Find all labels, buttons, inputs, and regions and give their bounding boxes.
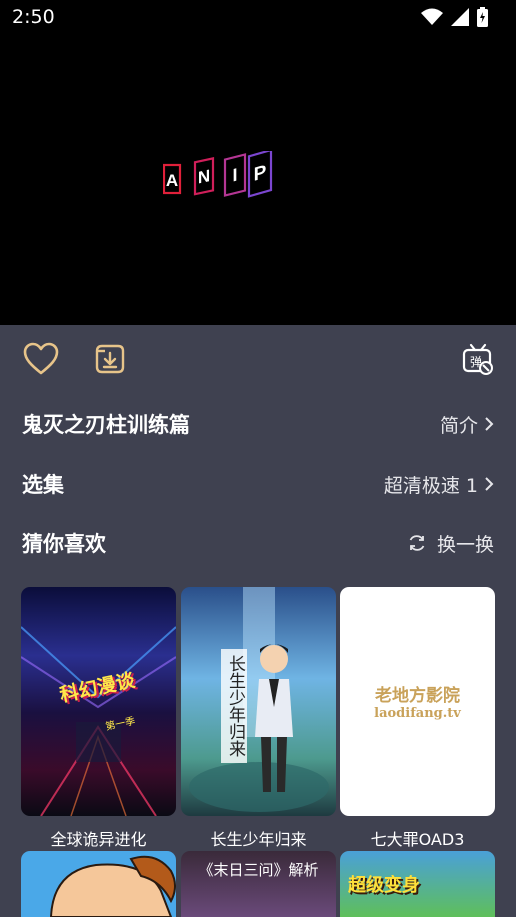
svg-text:A: A xyxy=(166,171,178,190)
favorite-button[interactable] xyxy=(21,339,61,379)
intro-link[interactable]: 简介 xyxy=(440,411,494,438)
poster-title: 超级变身 xyxy=(348,875,420,896)
recommend-row: 猜你喜欢 换一换 xyxy=(22,523,494,563)
recommend-card[interactable] xyxy=(21,851,176,917)
poster-subtitle: laodifang.tv xyxy=(374,706,461,721)
poster-art xyxy=(21,626,176,816)
poster-title: 老地方影院 xyxy=(375,686,460,706)
danmaku-button[interactable]: 弹 xyxy=(458,339,498,379)
poster-thumbnail: 科幻漫谈 第一季 xyxy=(21,587,176,816)
recommend-card[interactable]: 老地方影院 laodifang.tv 七大罪OAD3 xyxy=(340,587,495,850)
svg-text:N: N xyxy=(198,165,210,187)
quality-select[interactable]: 超清极速 1 xyxy=(384,471,494,498)
download-button[interactable] xyxy=(90,339,130,379)
heart-icon xyxy=(23,342,59,375)
poster-thumbnail: 长生少年归来 xyxy=(181,587,336,816)
poster-thumbnail: 超级变身 xyxy=(340,851,495,917)
episode-label: 选集 xyxy=(22,473,64,497)
episode-row[interactable]: 选集 超清极速 1 xyxy=(22,464,494,504)
status-time: 2:50 xyxy=(12,6,55,28)
video-player[interactable]: 2:50 A N I P xyxy=(0,0,516,325)
recommend-card[interactable]: 《末日三问》解析 xyxy=(181,851,336,917)
refresh-icon xyxy=(409,535,425,551)
poster-thumbnail: 《末日三问》解析 xyxy=(181,851,336,917)
recommend-card[interactable]: 长生少年归来 长生少年归来 xyxy=(181,587,336,850)
poster-thumbnail: 老地方影院 laodifang.tv xyxy=(340,587,495,816)
download-icon xyxy=(95,344,125,374)
poster-art xyxy=(49,855,176,917)
intro-label: 简介 xyxy=(439,414,478,437)
detail-panel: 弹 鬼灭之刃柱训练篇 简介 选集 超清极速 1 猜你喜欢 换一换 科幻漫谈 第一… xyxy=(0,325,516,917)
recommend-title: 长生少年归来 xyxy=(210,830,307,849)
danmaku-settings-icon: 弹 xyxy=(462,343,493,375)
recommend-card[interactable]: 科幻漫谈 第一季 全球诡异进化 xyxy=(21,587,176,850)
signal-icon xyxy=(451,8,469,26)
recommend-title: 全球诡异进化 xyxy=(50,830,147,849)
poster-title: 《末日三问》解析 xyxy=(198,861,319,879)
recommend-card[interactable]: 超级变身 xyxy=(340,851,495,917)
refresh-button[interactable]: 换一换 xyxy=(407,530,494,557)
anip-logo: A N I P xyxy=(163,151,273,198)
recommend-label: 猜你喜欢 xyxy=(22,532,106,556)
svg-text:I: I xyxy=(232,164,237,186)
wifi-icon xyxy=(421,8,443,25)
poster-title: 长生少年归来 xyxy=(221,649,247,763)
chevron-right-icon xyxy=(485,477,494,491)
title-row: 鬼灭之刃柱训练篇 简介 xyxy=(22,404,494,444)
refresh-label: 换一换 xyxy=(436,533,494,556)
action-bar: 弹 xyxy=(0,325,516,393)
quality-label: 超清极速 1 xyxy=(383,474,478,497)
svg-text:P: P xyxy=(254,161,267,186)
poster-thumbnail xyxy=(21,851,176,917)
status-icons xyxy=(421,7,488,27)
chevron-right-icon xyxy=(485,417,494,431)
anime-title: 鬼灭之刃柱训练篇 xyxy=(22,413,190,437)
battery-icon xyxy=(477,7,488,27)
poster-art xyxy=(189,587,329,812)
recommend-title: 七大罪OAD3 xyxy=(370,830,465,849)
